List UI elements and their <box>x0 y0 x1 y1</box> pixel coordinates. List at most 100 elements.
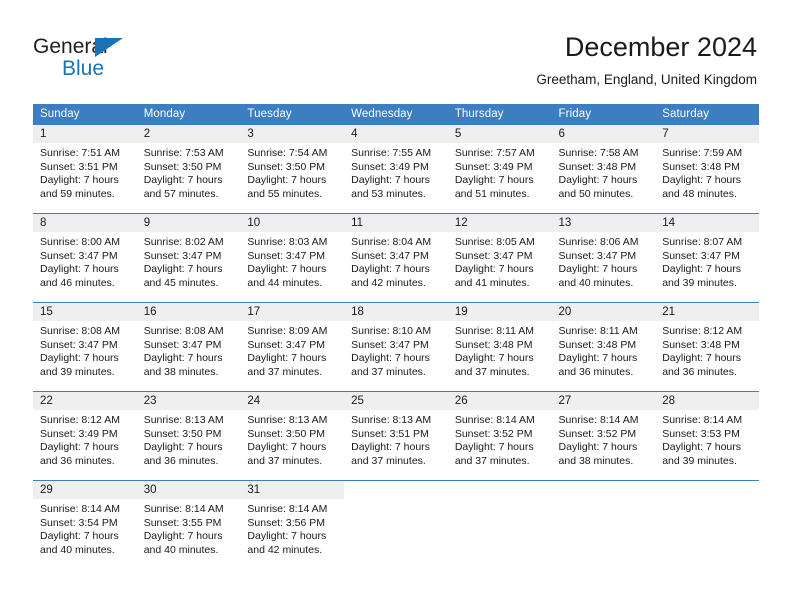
calendar-day-cell[interactable]: 26 Sunrise: 8:14 AM Sunset: 3:52 PM Dayligh… <box>447 391 552 481</box>
calendar-day-cell[interactable]: 30 Sunrise: 8:14 AM Sunset: 3:55 PM Dayligh… <box>136 480 241 569</box>
day-details: Sunrise: 8:11 AM Sunset: 3:48 PM Daylight:… <box>552 321 656 379</box>
calendar-day-cell[interactable]: 22 Sunrise: 8:12 AM Sunset: 3:49 PM Dayligh… <box>33 391 137 481</box>
day-number <box>552 481 656 499</box>
daylight-text: Daylight: 7 hours <box>40 352 119 365</box>
day-cell-inner: 11 Sunrise: 8:04 AM Sunset: 3:47 PM Dayligh… <box>344 214 448 302</box>
daylight-text: Daylight: 7 hours <box>662 441 742 454</box>
calendar-day-cell[interactable]: 12 Sunrise: 8:05 AM Sunset: 3:47 PM Dayligh… <box>447 213 552 303</box>
day-details: Sunrise: 7:57 AM Sunset: 3:49 PM Daylight:… <box>448 143 552 201</box>
sunset-text: Sunset: 3:47 PM <box>247 249 326 262</box>
daylight-text: Daylight: 7 hours <box>662 352 742 365</box>
calendar-day-cell[interactable]: 2 Sunrise: 7:53 AM Sunset: 3:50 PM Daylight… <box>136 125 241 214</box>
sunset-text: Sunset: 3:49 PM <box>454 160 533 173</box>
day-number: 29 <box>33 481 137 499</box>
sunrise-text: Sunrise: 8:06 AM <box>558 236 639 248</box>
day-cell-inner: 25 Sunrise: 8:13 AM Sunset: 3:51 PM Dayligh… <box>344 392 448 480</box>
sunrise-text: Sunrise: 8:09 AM <box>247 325 328 337</box>
daylight-text: and 37 minutes. <box>454 365 530 378</box>
sunset-text: Sunset: 3:49 PM <box>40 427 118 440</box>
daylight-text: Daylight: 7 hours <box>40 441 119 454</box>
day-cell-inner: 5 Sunrise: 7:57 AM Sunset: 3:49 PM Daylight… <box>447 125 552 213</box>
calendar-day-cell[interactable]: 24 Sunrise: 8:13 AM Sunset: 3:50 PM Dayligh… <box>240 391 345 481</box>
sunset-text: Sunset: 3:47 PM <box>662 249 740 262</box>
calendar-body: 1 Sunrise: 7:51 AM Sunset: 3:51 PM Daylight… <box>33 125 759 569</box>
calendar-day-cell[interactable]: 15 Sunrise: 8:08 AM Sunset: 3:47 PM Dayligh… <box>33 302 137 392</box>
calendar-day-cell[interactable]: 18 Sunrise: 8:10 AM Sunset: 3:47 PM Dayligh… <box>344 302 448 392</box>
sunset-text: Sunset: 3:50 PM <box>247 160 326 173</box>
daylight-text: and 36 minutes. <box>40 454 115 467</box>
day-details: Sunrise: 8:14 AM Sunset: 3:52 PM Daylight:… <box>552 410 656 468</box>
day-number: 14 <box>655 214 759 232</box>
calendar-day-cell[interactable]: 10 Sunrise: 8:03 AM Sunset: 3:47 PM Dayligh… <box>240 213 345 303</box>
sunrise-text: Sunrise: 7:53 AM <box>143 147 224 159</box>
calendar-day-cell[interactable]: 9 Sunrise: 8:02 AM Sunset: 3:47 PM Daylight… <box>136 213 241 303</box>
calendar-header-row: Sunday Monday Tuesday Wednesday Thursday… <box>33 104 759 125</box>
day-cell-inner: 10 Sunrise: 8:03 AM Sunset: 3:47 PM Dayligh… <box>240 214 345 302</box>
daylight-text: and 44 minutes. <box>247 276 323 289</box>
day-details: Sunrise: 8:02 AM Sunset: 3:47 PM Daylight:… <box>137 232 241 290</box>
calendar-day-cell[interactable]: 7 Sunrise: 7:59 AM Sunset: 3:48 PM Daylight… <box>655 125 759 214</box>
daylight-text: Daylight: 7 hours <box>558 352 638 365</box>
calendar-day-cell[interactable]: 25 Sunrise: 8:13 AM Sunset: 3:51 PM Dayligh… <box>344 391 448 481</box>
logo-text-blue: Blue <box>62 57 105 80</box>
day-details: Sunrise: 8:14 AM Sunset: 3:56 PM Daylight:… <box>240 499 344 557</box>
sunset-text: Sunset: 3:50 PM <box>143 427 222 440</box>
day-number: 15 <box>33 303 137 321</box>
day-number: 17 <box>240 303 345 321</box>
sunset-text: Sunset: 3:51 PM <box>351 427 429 440</box>
calendar-day-cell[interactable]: 17 Sunrise: 8:09 AM Sunset: 3:47 PM Dayligh… <box>240 302 345 392</box>
daylight-text: and 42 minutes. <box>247 543 323 556</box>
calendar-day-cell[interactable]: 28 Sunrise: 8:14 AM Sunset: 3:53 PM Dayligh… <box>655 391 759 481</box>
day-details: Sunrise: 7:54 AM Sunset: 3:50 PM Daylight:… <box>240 143 344 201</box>
daylight-text: Daylight: 7 hours <box>662 263 742 276</box>
calendar-day-cell[interactable]: 6 Sunrise: 7:58 AM Sunset: 3:48 PM Daylight… <box>551 125 656 214</box>
calendar-day-cell <box>344 480 448 569</box>
location-subtitle: Greetham, England, United Kingdom <box>536 72 757 87</box>
calendar-day-cell[interactable]: 21 Sunrise: 8:12 AM Sunset: 3:48 PM Dayligh… <box>655 302 759 392</box>
calendar-day-cell[interactable]: 1 Sunrise: 7:51 AM Sunset: 3:51 PM Daylight… <box>33 125 137 214</box>
sunrise-text: Sunrise: 8:14 AM <box>454 414 535 426</box>
calendar-day-cell[interactable]: 19 Sunrise: 8:11 AM Sunset: 3:48 PM Dayligh… <box>447 302 552 392</box>
day-number: 9 <box>136 214 241 232</box>
sunset-text: Sunset: 3:47 PM <box>558 249 637 262</box>
sunset-text: Sunset: 3:49 PM <box>351 160 429 173</box>
calendar-day-cell[interactable]: 20 Sunrise: 8:11 AM Sunset: 3:48 PM Dayligh… <box>551 302 656 392</box>
sunset-text: Sunset: 3:47 PM <box>247 338 326 351</box>
calendar-day-cell[interactable]: 31 Sunrise: 8:14 AM Sunset: 3:56 PM Dayligh… <box>240 480 345 569</box>
calendar-day-cell[interactable]: 13 Sunrise: 8:06 AM Sunset: 3:47 PM Dayligh… <box>551 213 656 303</box>
calendar-day-cell[interactable]: 11 Sunrise: 8:04 AM Sunset: 3:47 PM Dayligh… <box>344 213 448 303</box>
general-blue-logo[interactable]: General Blue <box>33 36 183 86</box>
weekday-header-friday: Friday <box>551 104 656 125</box>
sunrise-text: Sunrise: 8:04 AM <box>351 236 432 248</box>
calendar-day-cell[interactable]: 3 Sunrise: 7:54 AM Sunset: 3:50 PM Daylight… <box>240 125 345 214</box>
day-cell-inner: 27 Sunrise: 8:14 AM Sunset: 3:52 PM Dayligh… <box>551 392 656 480</box>
day-number: 12 <box>447 214 552 232</box>
calendar-day-cell[interactable]: 27 Sunrise: 8:14 AM Sunset: 3:52 PM Dayligh… <box>551 391 656 481</box>
daylight-text: and 36 minutes. <box>143 454 219 467</box>
calendar-day-cell[interactable]: 14 Sunrise: 8:07 AM Sunset: 3:47 PM Dayligh… <box>655 213 759 303</box>
day-details: Sunrise: 8:13 AM Sunset: 3:51 PM Daylight:… <box>344 410 448 468</box>
day-number: 3 <box>240 125 345 143</box>
weekday-header-tuesday: Tuesday <box>240 104 345 125</box>
calendar-day-cell[interactable]: 29 Sunrise: 8:14 AM Sunset: 3:54 PM Dayligh… <box>33 480 137 569</box>
calendar-day-cell[interactable]: 4 Sunrise: 7:55 AM Sunset: 3:49 PM Daylight… <box>344 125 448 214</box>
daylight-text: Daylight: 7 hours <box>454 263 534 276</box>
calendar-day-cell[interactable]: 16 Sunrise: 8:08 AM Sunset: 3:47 PM Dayligh… <box>136 302 241 392</box>
daylight-text: Daylight: 7 hours <box>143 352 223 365</box>
calendar-day-cell[interactable]: 23 Sunrise: 8:13 AM Sunset: 3:50 PM Dayligh… <box>136 391 241 481</box>
calendar-day-cell[interactable]: 5 Sunrise: 7:57 AM Sunset: 3:49 PM Daylight… <box>447 125 552 214</box>
sunset-text: Sunset: 3:51 PM <box>40 160 118 173</box>
daylight-text: Daylight: 7 hours <box>40 530 119 543</box>
day-number: 31 <box>240 481 345 499</box>
daylight-text: Daylight: 7 hours <box>662 174 742 187</box>
daylight-text: and 55 minutes. <box>247 187 323 200</box>
daylight-text: Daylight: 7 hours <box>247 263 327 276</box>
calendar-day-cell[interactable]: 8 Sunrise: 8:00 AM Sunset: 3:47 PM Daylight… <box>33 213 137 303</box>
daylight-text: and 37 minutes. <box>247 454 323 467</box>
day-number: 8 <box>33 214 137 232</box>
day-number: 5 <box>447 125 552 143</box>
daylight-text: and 42 minutes. <box>351 276 426 289</box>
day-details: Sunrise: 8:12 AM Sunset: 3:48 PM Daylight:… <box>655 321 759 379</box>
day-cell-inner: 29 Sunrise: 8:14 AM Sunset: 3:54 PM Dayligh… <box>33 481 137 569</box>
day-cell-inner: 3 Sunrise: 7:54 AM Sunset: 3:50 PM Daylight… <box>240 125 345 213</box>
